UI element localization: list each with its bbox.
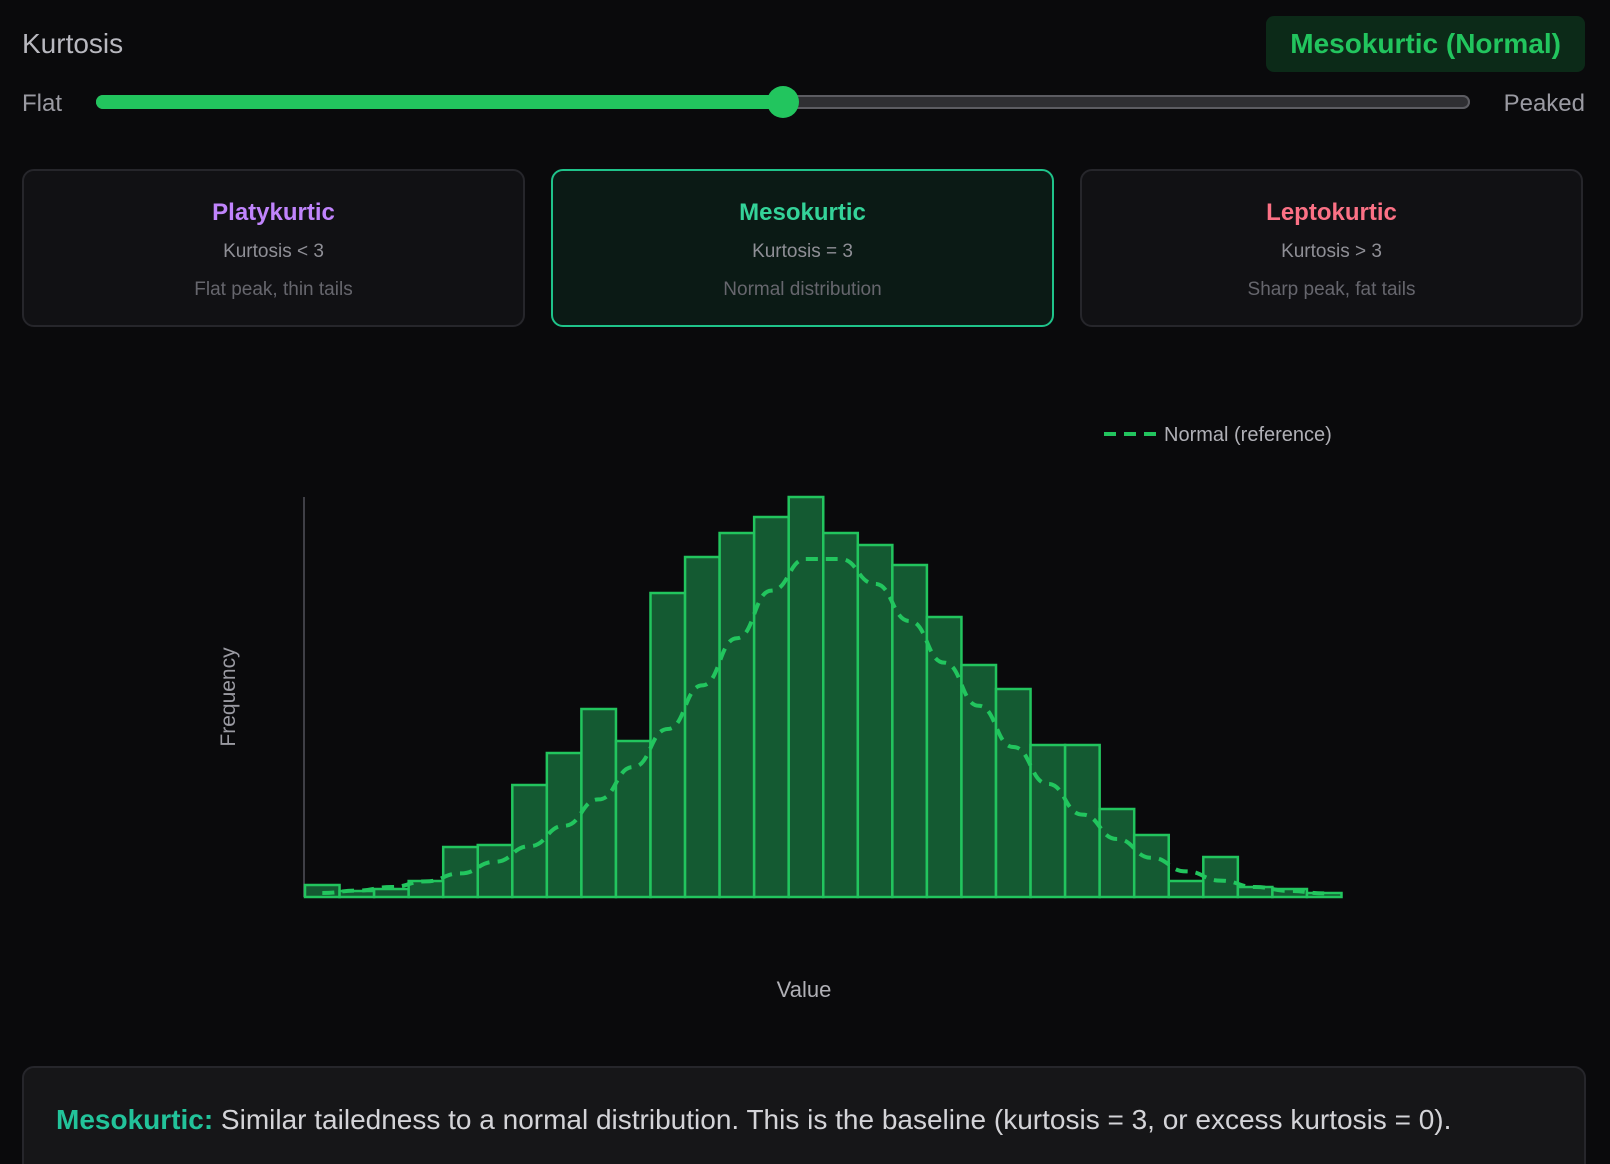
- histogram-bar: [1029, 743, 1067, 899]
- histogram-bar: [1167, 879, 1205, 899]
- card-title: Leptokurtic: [1266, 199, 1397, 226]
- histogram-bar: [649, 591, 687, 899]
- histogram-bar: [752, 515, 790, 899]
- histogram-bars: [303, 495, 1343, 899]
- card-platykurtic[interactable]: Platykurtic Kurtosis < 3 Flat peak, thin…: [22, 169, 525, 327]
- histogram-bar: [856, 543, 894, 899]
- description-label: Mesokurtic:: [56, 1104, 214, 1135]
- histogram-bar: [1098, 807, 1136, 899]
- card-leptokurtic[interactable]: Leptokurtic Kurtosis > 3 Sharp peak, fat…: [1080, 169, 1583, 327]
- card-title: Platykurtic: [212, 199, 335, 226]
- histogram-bar: [683, 555, 721, 899]
- histogram-bar: [614, 739, 652, 899]
- histogram-bar: [545, 751, 583, 899]
- distribution-type-badge: Mesokurtic (Normal): [1266, 16, 1585, 72]
- y-axis-label: Frequency: [217, 647, 240, 747]
- card-title: Mesokurtic: [739, 199, 866, 226]
- histogram-bar: [1305, 891, 1343, 899]
- card-subtitle: Kurtosis = 3: [752, 241, 853, 262]
- kurtosis-slider[interactable]: [96, 86, 1470, 118]
- description-panel: Mesokurtic: Similar tailedness to a norm…: [22, 1066, 1586, 1164]
- histogram-bar: [960, 663, 998, 899]
- kurtosis-explorer: Kurtosis Mesokurtic (Normal) Flat Peaked…: [0, 0, 1610, 1164]
- histogram-bar: [372, 887, 410, 899]
- histogram-bar: [822, 531, 860, 899]
- card-description: Flat peak, thin tails: [194, 279, 353, 300]
- card-mesokurtic[interactable]: Mesokurtic Kurtosis = 3 Normal distribut…: [551, 169, 1054, 327]
- card-description: Sharp peak, fat tails: [1247, 279, 1416, 300]
- histogram-chart: Normal (reference) Frequency Value: [217, 424, 1343, 1002]
- histogram-bar: [925, 615, 963, 899]
- histogram-bar: [1202, 855, 1240, 899]
- slider-max-label: Peaked: [1503, 90, 1585, 117]
- slider-fill: [96, 95, 783, 109]
- card-subtitle: Kurtosis > 3: [1281, 241, 1382, 262]
- card-description: Normal distribution: [723, 279, 882, 300]
- histogram-bar: [1132, 833, 1170, 899]
- histogram-bar: [718, 531, 756, 899]
- chart-legend: Normal (reference): [1104, 424, 1332, 446]
- legend-label: Normal (reference): [1164, 424, 1332, 446]
- card-subtitle: Kurtosis < 3: [223, 241, 324, 262]
- kurtosis-label: Kurtosis: [22, 28, 124, 59]
- description-text: Similar tailedness to a normal distribut…: [213, 1104, 1452, 1135]
- histogram-bar: [891, 563, 929, 899]
- slider-thumb[interactable]: [767, 86, 799, 118]
- slider-min-label: Flat: [22, 90, 63, 117]
- histogram-bar: [994, 687, 1032, 899]
- histogram-bar: [476, 843, 514, 899]
- x-axis-label: Value: [777, 977, 832, 1002]
- histogram-bar: [303, 883, 341, 899]
- kurtosis-type-cards: Platykurtic Kurtosis < 3 Flat peak, thin…: [22, 169, 1586, 329]
- histogram-bar: [407, 879, 445, 899]
